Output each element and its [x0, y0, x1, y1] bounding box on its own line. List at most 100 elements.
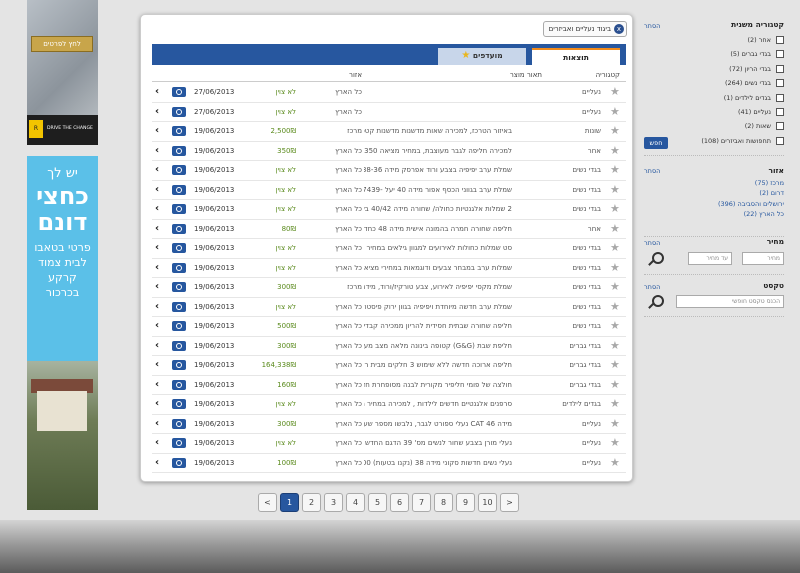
row-description[interactable]: למכירה חליפה לגבר מעוצבת, במחיר מציאה 35…	[364, 147, 512, 155]
chevron-left-icon[interactable]: ‹	[155, 281, 165, 292]
table-row[interactable]: ★ נעליים כל הארץ לא צוין 27/06/2013 ‹	[152, 83, 626, 103]
row-description[interactable]: שמלת ערב יפיפיה בצבע ורוד אפרסק מידה 38-…	[364, 166, 512, 174]
pagination-next-button[interactable]: >	[500, 493, 519, 512]
favorite-star-icon[interactable]: ★	[610, 85, 622, 98]
table-row[interactable]: ★ בגדים לילדים סרפנים אלגנטיים חדשים לילדו…	[152, 395, 626, 415]
pagination-page-button[interactable]: 1	[280, 493, 299, 512]
subcategory-checkbox-item[interactable]: נעליים (41)	[738, 108, 784, 116]
chevron-left-icon[interactable]: ‹	[155, 340, 165, 351]
chevron-left-icon[interactable]: ‹	[155, 145, 165, 156]
tab-favorites[interactable]: ★ מועדפים	[438, 48, 526, 65]
pagination-page-button[interactable]: 9	[456, 493, 475, 512]
table-row[interactable]: ★ אחר למכירה חליפה לגבר מעוצבת, במחיר מציא…	[152, 142, 626, 161]
chevron-left-icon[interactable]: ‹	[155, 242, 165, 253]
table-row[interactable]: ★ בגדי נשים שמלת ערב יפיפיה בצבע ורוד אפרס…	[152, 161, 626, 181]
favorite-star-icon[interactable]: ★	[610, 105, 622, 118]
favorite-star-icon[interactable]: ★	[610, 124, 622, 137]
area-link[interactable]: כל הארץ (22)	[744, 210, 784, 218]
chevron-left-icon[interactable]: ‹	[155, 379, 165, 390]
chevron-left-icon[interactable]: ‹	[155, 359, 165, 370]
area-link[interactable]: דרום (2)	[759, 189, 784, 197]
subcategory-clear-link[interactable]: הסתר	[644, 22, 660, 30]
row-description[interactable]: שמלת ערב חדשה מיוחדת ויפיפיה בגוון ירוק …	[364, 303, 512, 311]
table-row[interactable]: ★ בגדי נשים 2 שמלות אלגנטיות כחולה/ שחורה …	[152, 200, 626, 220]
checkbox[interactable]	[776, 108, 784, 116]
row-description[interactable]: שמלת ערב בגווני הכסף אפור מידה 40 יעל -1…	[364, 186, 512, 194]
chevron-left-icon[interactable]: ‹	[155, 125, 165, 136]
checkbox[interactable]	[776, 36, 784, 44]
favorite-star-icon[interactable]: ★	[610, 202, 622, 215]
checkbox[interactable]	[776, 79, 784, 88]
table-row[interactable]: ★ בגדי נשים סט שמלות כחולות לאירועים למגוו…	[152, 239, 626, 259]
row-description[interactable]: סט שמלות כחולות לאירועים למגוון גילאים ב…	[364, 244, 512, 252]
row-description[interactable]: שמלות ערב במבחר צבעים ודוגמאות במחירי מצ…	[364, 264, 512, 272]
favorite-star-icon[interactable]: ★	[610, 417, 622, 430]
free-text-input[interactable]: הכנס טקסט חופשי	[676, 295, 784, 308]
price-from-input[interactable]: מחיר	[742, 252, 784, 265]
subcategory-checkbox-item[interactable]: אחר (2)	[747, 36, 784, 44]
row-description[interactable]: 2 שמלות אלגנטיות כחולה/ שחורה מידה 40/42…	[364, 205, 512, 213]
area-link[interactable]: ירושלים והסביבה (396)	[718, 200, 784, 208]
table-row[interactable]: ★ בגדי נשים שמלות ערב במבחר צבעים ודוגמאות…	[152, 259, 626, 278]
row-description[interactable]: חולצה של פומי חליפיר מקורית לבנה מסופחרת…	[364, 381, 512, 389]
subcategory-checkbox-item[interactable]: שאות (2)	[745, 122, 784, 131]
subcategory-checkbox-item[interactable]: תחפושות ואביזרים (108)	[701, 136, 784, 145]
chevron-left-icon[interactable]: ‹	[155, 301, 165, 312]
checkbox[interactable]	[776, 136, 784, 145]
table-row[interactable]: ★ בגדי גברים חולצה של פומי חליפיר מקורית ל…	[152, 376, 626, 395]
active-filter-chip[interactable]: x ביגוד נעליים ואביזרים	[543, 21, 627, 37]
favorite-star-icon[interactable]: ★	[610, 456, 622, 469]
subcategory-checkbox-item[interactable]: בגדי גברים (5)	[730, 50, 784, 59]
table-row[interactable]: ★ בגדי נשים חליפה שחורה שבתית חסידית להריו…	[152, 317, 626, 337]
row-description[interactable]: חליפה שחורה חמרה בהמונה אישית מידה 48 כח…	[364, 225, 512, 233]
search-icon[interactable]	[648, 252, 664, 266]
favorite-star-icon[interactable]: ★	[610, 397, 622, 410]
favorite-star-icon[interactable]: ★	[610, 183, 622, 196]
pagination-page-button[interactable]: 4	[346, 493, 365, 512]
row-description[interactable]: חליפה שחורה שבתית חסידית להריון ממכירה ק…	[364, 322, 512, 330]
area-link[interactable]: מרכז (75)	[755, 179, 784, 187]
favorite-star-icon[interactable]: ★	[610, 144, 622, 157]
row-description[interactable]: חליפה ארוכה חדשה ללא שימוש 3 חלקים מבית …	[364, 361, 512, 369]
checkbox[interactable]	[776, 50, 784, 59]
close-icon[interactable]: x	[614, 24, 624, 34]
favorite-star-icon[interactable]: ★	[610, 319, 622, 332]
price-clear-link[interactable]: הסתר	[644, 239, 660, 247]
favorite-star-icon[interactable]: ★	[610, 300, 622, 313]
favorite-star-icon[interactable]: ★	[610, 241, 622, 254]
table-row[interactable]: ★ נעליים מידה 46 CAT נעלי ספורט לגבר, נלבש…	[152, 415, 626, 434]
chevron-left-icon[interactable]: ‹	[155, 437, 165, 448]
favorite-star-icon[interactable]: ★	[610, 222, 622, 235]
favorite-star-icon[interactable]: ★	[610, 339, 622, 352]
pagination-prev-button[interactable]: <	[258, 493, 277, 512]
chevron-left-icon[interactable]: ‹	[155, 203, 165, 214]
table-row[interactable]: ★ בגדי גברים חליפת שבת (G&G) קטופה בינונה …	[152, 337, 626, 356]
pagination-page-button[interactable]: 10	[478, 493, 497, 512]
table-row[interactable]: ★ נעליים כל הארץ לא צוין 27/06/2013 ‹	[152, 103, 626, 122]
row-description[interactable]: סרפנים אלגנטיים חדשים לילדות , למכירה במ…	[364, 400, 512, 408]
pagination-page-button[interactable]: 8	[434, 493, 453, 512]
table-row[interactable]: ★ בגדי גברים חליפה ארוכה חדשה ללא שימוש 3 …	[152, 356, 626, 376]
chevron-left-icon[interactable]: ‹	[155, 223, 165, 234]
real-estate-ad-banner[interactable]: יש לך כחצי דונם פרטי בטאבו לבית צמוד קרק…	[27, 156, 98, 510]
chevron-left-icon[interactable]: ‹	[155, 184, 165, 195]
row-description[interactable]: חליפת שבת (G&G) קטופה בינונה מלאה מצב מע…	[364, 342, 512, 350]
pagination-page-button[interactable]: 7	[412, 493, 431, 512]
chevron-left-icon[interactable]: ‹	[155, 164, 165, 175]
subcategory-checkbox-item[interactable]: בגדי נשים (264)	[725, 79, 784, 88]
subcategory-checkbox-item[interactable]: בגדים לילדים (1)	[724, 93, 784, 102]
chevron-left-icon[interactable]: ‹	[155, 457, 165, 468]
subcategory-checkbox-item[interactable]: בגדי הריון (72)	[729, 64, 784, 73]
row-description[interactable]: מידה 46 CAT נעלי ספורט לגבר, נלבשו מספר …	[364, 420, 512, 428]
ad-details-button[interactable]: לחץ לפרטים	[31, 36, 93, 52]
table-row[interactable]: ★ נעליים נעלי מורן בצבע שחור לנשים מס' 39 …	[152, 434, 626, 454]
table-row[interactable]: ★ בגדי נשים שמלת ערב חדשה מיוחדת ויפיפיה ב…	[152, 298, 626, 317]
favorite-star-icon[interactable]: ★	[610, 358, 622, 371]
row-description[interactable]: באיזור הטרכז, למכירה שאות מדשנות מדשנות …	[364, 127, 512, 135]
checkbox[interactable]	[776, 122, 784, 131]
row-description[interactable]: שמלת מקסי יפיפיה לאירוע, צבע טורקיז/ורוד…	[364, 283, 512, 291]
text-clear-link[interactable]: הסתר	[644, 283, 660, 291]
chevron-left-icon[interactable]: ‹	[155, 398, 165, 409]
table-row[interactable]: ★ בגדי נשים שמלת ערב בגווני הכסף אפור מידה…	[152, 181, 626, 200]
table-row[interactable]: ★ שונות באיזור הטרכז, למכירה שאות מדשנות מ…	[152, 122, 626, 142]
